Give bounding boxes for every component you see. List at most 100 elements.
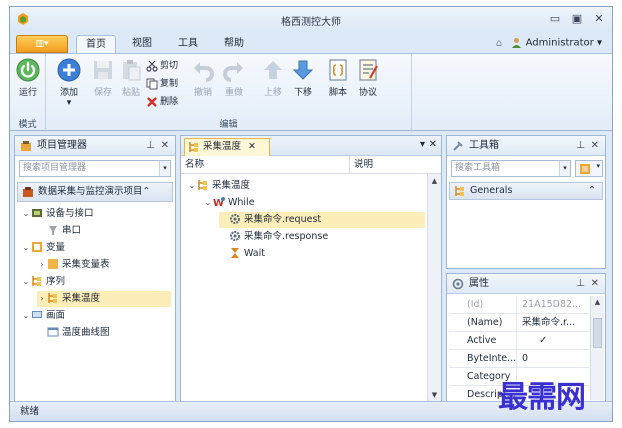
move-down-button[interactable]: 下移 (288, 58, 318, 98)
tab-help[interactable]: 帮助 (214, 35, 254, 53)
chevron-down-icon[interactable]: ▾ (159, 161, 170, 176)
minimize-button[interactable]: ▭ (546, 11, 564, 27)
chevron-down-icon[interactable]: ⌄ (21, 240, 31, 256)
tree-item[interactable]: › 采集温度 (37, 291, 171, 307)
edit-group: 添加 ▾ 保存 粘贴 剪切 复制 删除 撤销 重做 上移 下移 脚本 协议 编辑 (46, 54, 412, 132)
add-button[interactable]: 添加 ▾ (54, 58, 84, 108)
property-value[interactable]: 21A15D82... (519, 296, 585, 313)
sequence-icon (455, 186, 464, 196)
sequence-icon (189, 142, 198, 152)
properties-scrollbar[interactable]: ▲ (590, 296, 604, 400)
collapse-ribbon-icon[interactable]: ⌂ (496, 38, 502, 49)
chevron-down-icon[interactable]: ⌄ (21, 308, 31, 324)
project-manager-header: 项目管理器 ⊥ ✕ (15, 136, 175, 156)
property-row[interactable]: Active ✓ (449, 332, 589, 350)
toolbox-view-button[interactable]: ▾ (575, 160, 603, 177)
toolbox-search-input[interactable]: 搜索工具箱 ▾ (451, 160, 571, 177)
scroll-thumb[interactable] (593, 318, 602, 348)
tree-item[interactable]: ⌄ 画面 (21, 308, 65, 324)
project-manager-title: 项目管理器 (37, 140, 87, 151)
close-icon[interactable]: ✕ (591, 136, 599, 156)
save-button[interactable]: 保存 (88, 58, 118, 98)
property-row[interactable]: (Id) 21A15D82... (449, 296, 589, 314)
tab-list-caret-icon[interactable]: ▾ (420, 139, 425, 150)
chevron-down-icon[interactable]: ⌄ (203, 195, 213, 211)
pin-icon[interactable]: ⊥ (146, 136, 155, 156)
user-menu[interactable]: ⌂ Administrator ▾ (496, 37, 602, 49)
property-value[interactable]: 0 (519, 350, 585, 367)
column-desc[interactable]: 说明 (349, 156, 373, 173)
project-search-input[interactable]: 搜索项目管理器 ▾ (19, 160, 171, 177)
chevron-right-icon[interactable]: › (37, 257, 47, 273)
save-icon (94, 61, 112, 79)
move-up-label: 上移 (263, 88, 282, 98)
property-row[interactable]: ByteInte... 0 (449, 350, 589, 368)
app-menu-button[interactable]: ▥▾ (16, 35, 68, 53)
tree-item[interactable]: ⌄ 序列 (21, 274, 65, 290)
editor-tab[interactable]: 采集温度 ✕ (184, 138, 270, 156)
sequence-node[interactable]: ⌄ 采集温度 (187, 178, 250, 194)
column-name[interactable]: 名称 (185, 156, 204, 173)
tab-view[interactable]: 视图 (122, 35, 162, 53)
tab-home[interactable]: 首页 (76, 35, 116, 53)
run-label: 运行 (18, 88, 37, 98)
property-value[interactable]: 采集命令.r... (519, 314, 585, 331)
scroll-up-icon[interactable]: ▲ (428, 177, 441, 185)
toolbox-group-generals[interactable]: Generals ⌃ (449, 182, 603, 200)
add-caret-icon: ▾ (66, 98, 72, 108)
cut-button[interactable]: 剪切 (146, 58, 178, 74)
chevron-down-icon: ▾ (596, 162, 600, 170)
run-button[interactable]: 运行 (13, 58, 43, 98)
maximize-button[interactable]: ▣ (568, 11, 586, 27)
redo-button[interactable]: 重做 (219, 58, 249, 98)
script-button[interactable]: 脚本 (323, 58, 353, 98)
collapse-icon[interactable]: ⌃ (588, 183, 596, 199)
tree-item[interactable]: 温度曲线图 (37, 325, 110, 341)
scroll-down-icon[interactable]: ▼ (428, 391, 441, 399)
scroll-up-icon[interactable]: ▲ (591, 298, 604, 306)
editor-scrollbar[interactable]: ▲ ▼ (427, 174, 441, 402)
sequence-node-label: While (228, 197, 255, 208)
close-window-button[interactable]: ✕ (590, 11, 608, 27)
collapse-icon[interactable]: ⌃ (143, 186, 151, 197)
tree-item[interactable]: 串口 (37, 223, 81, 239)
project-search-placeholder: 搜索项目管理器 (23, 163, 87, 173)
move-up-button[interactable]: 上移 (258, 58, 288, 98)
delete-button[interactable]: 删除 (146, 94, 178, 110)
chevron-down-icon[interactable]: ⌄ (21, 274, 31, 290)
sequence-node[interactable]: Wait (219, 246, 265, 262)
sequence-node[interactable]: ⌄ W While (203, 195, 255, 211)
tree-item[interactable]: › 采集变量表 (37, 257, 110, 273)
sequence-node-label: 采集温度 (212, 180, 251, 191)
undo-icon (194, 62, 214, 82)
undo-button[interactable]: 撤销 (188, 58, 218, 98)
close-icon[interactable]: ✕ (161, 136, 169, 156)
property-row[interactable]: (Name) 采集命令.r... (449, 314, 589, 332)
pin-icon[interactable]: ⊥ (576, 274, 585, 294)
project-manager-icon (21, 141, 31, 151)
editor-close-icon[interactable]: ✕ (429, 139, 437, 150)
project-header[interactable]: 数据采集与监控演示项目⌃ (17, 182, 173, 202)
pin-icon[interactable]: ⊥ (576, 136, 585, 156)
active-checkbox[interactable]: ✓ (519, 332, 585, 349)
arrow-up-icon (264, 61, 282, 79)
chevron-down-icon[interactable]: ▾ (559, 161, 570, 176)
chevron-right-icon[interactable]: › (37, 291, 47, 307)
protocol-button[interactable]: 协议 (353, 58, 383, 98)
close-icon[interactable]: ✕ (591, 274, 599, 294)
tab-tools[interactable]: 工具 (168, 35, 208, 53)
copy-button[interactable]: 复制 (146, 76, 178, 92)
tree-item[interactable]: ⌄ 设备与接口 (21, 206, 94, 222)
sequence-node-label: Wait (244, 248, 265, 259)
tree-item[interactable]: ⌄ 变量 (21, 240, 65, 256)
redo-icon (223, 62, 243, 82)
tab-close-icon[interactable]: ✕ (248, 141, 256, 152)
paste-button[interactable]: 粘贴 (116, 58, 146, 98)
paste-label: 粘贴 (121, 88, 140, 98)
command-gear-icon (230, 230, 240, 241)
chevron-down-icon[interactable]: ⌄ (21, 206, 31, 222)
sequence-node[interactable]: 采集命令.request (219, 212, 425, 228)
chevron-down-icon[interactable]: ⌄ (187, 178, 197, 194)
sequence-node[interactable]: 采集命令.response (219, 229, 328, 245)
property-key: (Id) (449, 296, 517, 313)
